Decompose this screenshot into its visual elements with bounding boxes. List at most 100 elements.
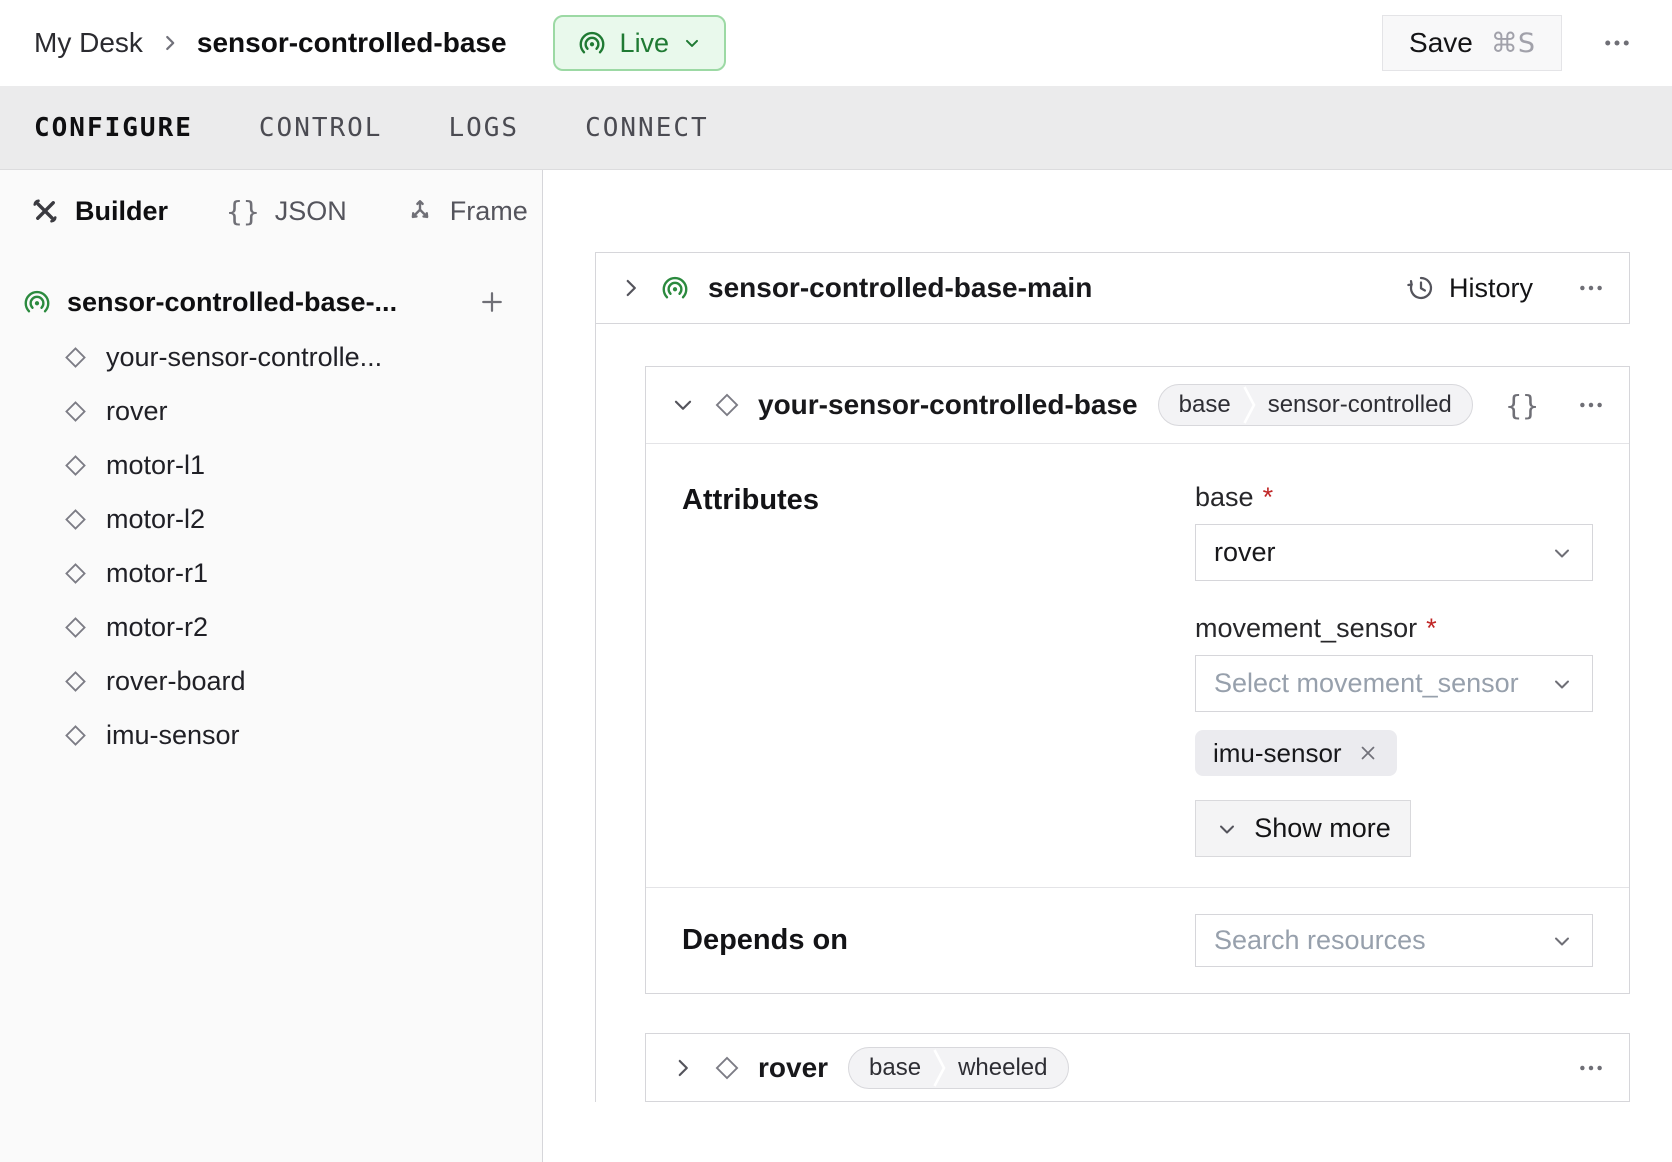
- diamond-icon: [62, 560, 89, 587]
- component-card: your-sensor-controlled-base base sensor-…: [645, 366, 1630, 994]
- depends-on-placeholder: Search resources: [1214, 925, 1426, 956]
- diamond-icon: [62, 506, 89, 533]
- tree-item-label: imu-sensor: [106, 720, 240, 751]
- frame-axes-icon: [405, 196, 435, 226]
- tree-item-label: motor-r2: [106, 612, 208, 643]
- tree-item-label: rover: [106, 396, 168, 427]
- history-label: History: [1449, 273, 1533, 304]
- tree-item-label: motor-r1: [106, 558, 208, 589]
- tab-connect[interactable]: CONNECT: [585, 113, 709, 143]
- radio-icon: [577, 28, 607, 58]
- tree-item[interactable]: imu-sensor: [22, 708, 542, 762]
- ellipsis-icon: [1577, 391, 1605, 419]
- diamond-icon: [62, 614, 89, 641]
- view-frame[interactable]: Frame: [405, 196, 528, 227]
- depends-on-select[interactable]: Search resources: [1195, 914, 1593, 967]
- diamond-icon: [62, 452, 89, 479]
- badge-model: sensor-controlled: [1256, 391, 1472, 419]
- badge-model: wheeled: [946, 1054, 1067, 1082]
- rover-menu-button[interactable]: [1577, 1054, 1605, 1082]
- chevron-down-icon: [1215, 817, 1239, 841]
- chevron-down-icon: [1550, 929, 1574, 953]
- close-icon[interactable]: [1357, 742, 1379, 764]
- chevron-right-icon: [159, 32, 181, 54]
- badge-separator-chevron-icon: [933, 1048, 946, 1088]
- chevron-down-icon[interactable]: [670, 392, 696, 418]
- tab-configure[interactable]: CONFIGURE: [34, 113, 193, 143]
- tree-item[interactable]: motor-l1: [22, 438, 542, 492]
- save-label: Save: [1409, 27, 1473, 59]
- movement-sensor-placeholder: Select movement_sensor: [1214, 668, 1519, 699]
- view-switcher: Builder {} JSON Frame: [0, 170, 542, 252]
- machine-part-card: sensor-controlled-base-main History: [595, 252, 1630, 324]
- overflow-menu-button[interactable]: [1602, 28, 1632, 58]
- tree-item-label: motor-l1: [106, 450, 205, 481]
- history-clock-icon: [1406, 273, 1436, 303]
- diamond-icon: [62, 344, 89, 371]
- show-more-button[interactable]: Show more: [1195, 800, 1411, 857]
- radio-icon: [22, 287, 52, 317]
- topbar-actions: Save ⌘S: [1382, 15, 1632, 71]
- diamond-icon: [62, 668, 89, 695]
- depends-on-heading: Depends on: [682, 924, 1195, 957]
- tree-item[interactable]: motor-l2: [22, 492, 542, 546]
- ellipsis-icon: [1577, 274, 1605, 302]
- tree-item[interactable]: motor-r1: [22, 546, 542, 600]
- component-type-badge: base sensor-controlled: [1158, 384, 1473, 426]
- badge-separator-chevron-icon: [1243, 385, 1256, 425]
- tree-item-label: motor-l2: [106, 504, 205, 535]
- ellipsis-icon: [1602, 28, 1632, 58]
- view-json[interactable]: {} JSON: [226, 195, 347, 228]
- machine-part-menu-button[interactable]: [1577, 274, 1605, 302]
- config-main: sensor-controlled-base-main History: [543, 170, 1672, 1162]
- base-select-value: rover: [1214, 537, 1276, 568]
- tree-item-label: your-sensor-controlle...: [106, 342, 382, 373]
- config-sidebar: Builder {} JSON Frame: [0, 170, 543, 1162]
- live-label: Live: [620, 28, 670, 59]
- ellipsis-icon: [1577, 1054, 1605, 1082]
- radio-icon: [660, 273, 690, 303]
- tree-item[interactable]: rover-board: [22, 654, 542, 708]
- rover-card-title: rover: [758, 1052, 828, 1084]
- show-more-label: Show more: [1254, 813, 1391, 844]
- view-json-label: JSON: [275, 196, 347, 227]
- rover-component-card: rover base wheeled: [645, 1033, 1630, 1102]
- view-builder[interactable]: Builder: [30, 196, 168, 227]
- required-marker: *: [1426, 611, 1437, 645]
- badge-type: base: [849, 1054, 933, 1082]
- save-button[interactable]: Save ⌘S: [1382, 15, 1562, 71]
- edit-json-button[interactable]: {}: [1505, 389, 1539, 422]
- tree-item[interactable]: your-sensor-controlle...: [22, 330, 542, 384]
- base-select[interactable]: rover: [1195, 524, 1593, 581]
- tab-control[interactable]: CONTROL: [259, 113, 383, 143]
- tab-logs[interactable]: LOGS: [448, 113, 519, 143]
- required-marker: *: [1263, 480, 1274, 514]
- badge-type: base: [1159, 391, 1243, 419]
- tree-root-machine[interactable]: sensor-controlled-base-...: [22, 274, 542, 330]
- add-resource-button[interactable]: [478, 288, 506, 316]
- plus-icon: [478, 288, 506, 316]
- depends-on-section: Depends on Search resources: [646, 888, 1629, 993]
- resource-tree: sensor-controlled-base-... your-sensor-c…: [0, 252, 542, 762]
- movement-sensor-select[interactable]: Select movement_sensor: [1195, 655, 1593, 712]
- attributes-heading: Attributes: [682, 480, 1195, 857]
- part-children-group: your-sensor-controlled-base base sensor-…: [595, 324, 1672, 1102]
- live-status-dropdown[interactable]: Live: [553, 15, 727, 71]
- field-label-base: base*: [1195, 480, 1593, 514]
- breadcrumb-parent[interactable]: My Desk: [34, 27, 143, 59]
- chevron-right-icon[interactable]: [670, 1055, 696, 1081]
- breadcrumb: My Desk sensor-controlled-base: [34, 27, 507, 59]
- rover-type-badge: base wheeled: [848, 1047, 1068, 1089]
- tree-root-label: sensor-controlled-base-...: [67, 287, 397, 318]
- tree-item-label: rover-board: [106, 666, 246, 697]
- tree-item[interactable]: motor-r2: [22, 600, 542, 654]
- chevron-down-icon: [1550, 541, 1574, 565]
- chevron-right-icon[interactable]: [618, 275, 644, 301]
- tree-item[interactable]: rover: [22, 384, 542, 438]
- component-menu-button[interactable]: [1577, 391, 1605, 419]
- tools-icon: [30, 196, 60, 226]
- braces-icon: {}: [226, 195, 260, 228]
- tab-bar: CONFIGURE CONTROL LOGS CONNECT: [0, 86, 1672, 170]
- history-button[interactable]: History: [1400, 272, 1539, 305]
- attributes-section: Attributes base* rover: [646, 444, 1629, 887]
